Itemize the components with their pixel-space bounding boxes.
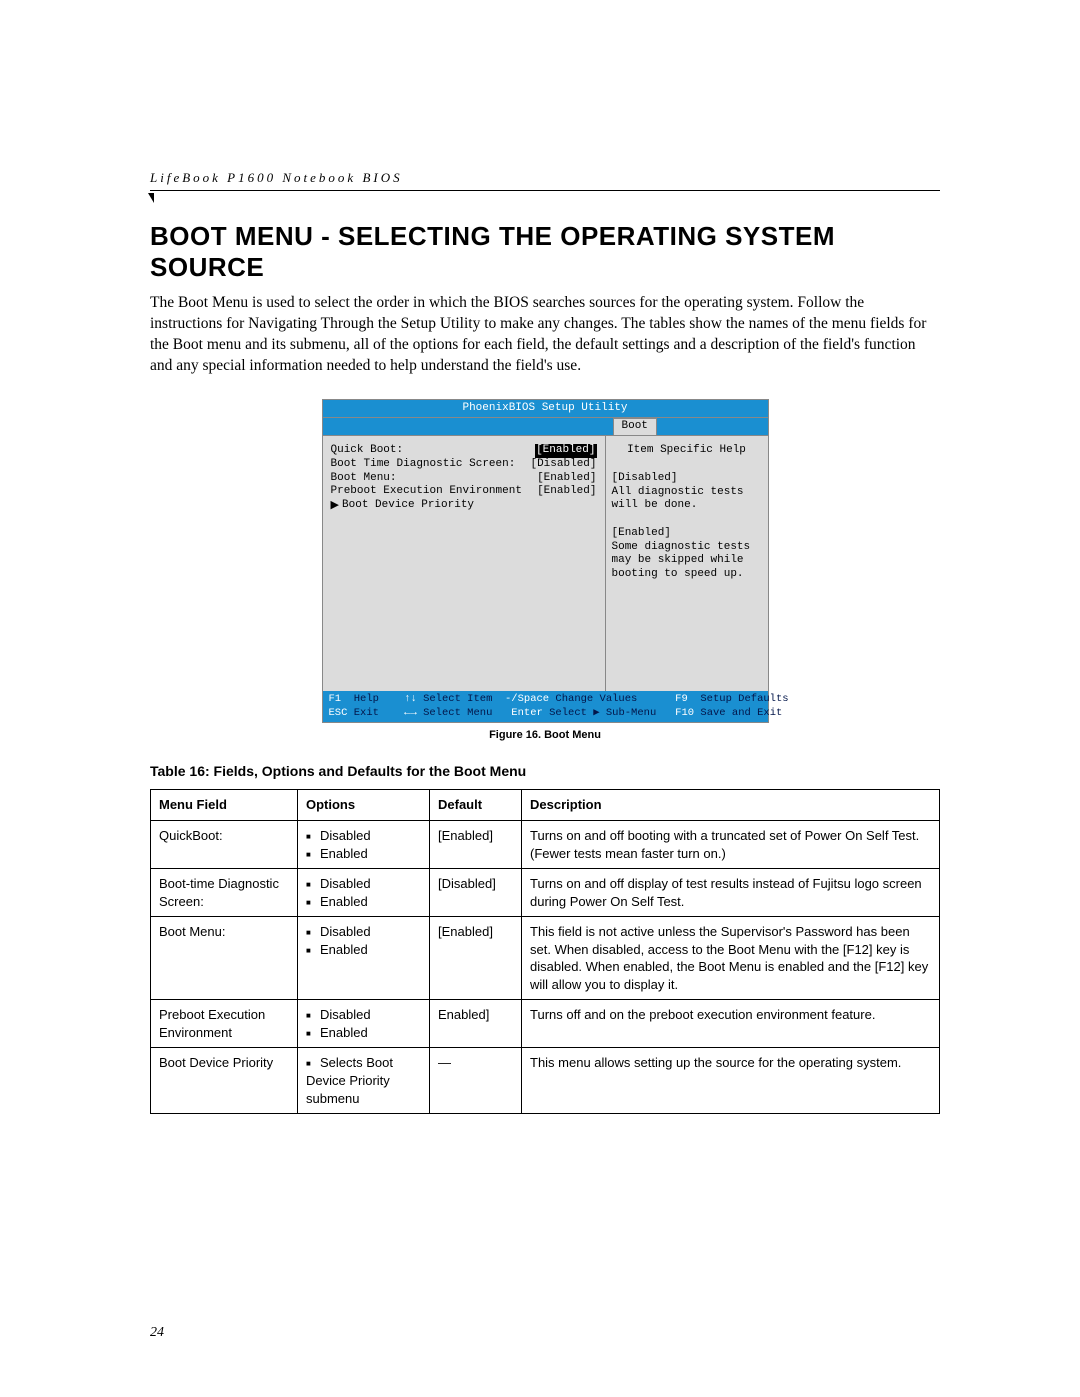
fields-table: Menu Field Options Default Description Q…	[150, 789, 940, 1114]
cell-desc: Turns on and off display of test results…	[522, 869, 940, 917]
bios-tab-row: Boot	[323, 418, 768, 436]
bios-row-bootmenu: Boot Menu: [Enabled]	[331, 472, 597, 486]
cell-field: Boot Menu:	[151, 917, 298, 1000]
bios-submenu-label: Boot Device Priority	[342, 499, 474, 513]
cell-options: Disabled Enabled	[298, 821, 430, 869]
cell-field: Boot-time Diagnostic Screen:	[151, 869, 298, 917]
bios-value: [Disabled]	[530, 458, 596, 472]
cell-default: [Disabled]	[430, 869, 522, 917]
bios-label: Quick Boot:	[331, 444, 536, 458]
bios-row-diagnostic: Boot Time Diagnostic Screen: [Disabled]	[331, 458, 597, 472]
header-marker-icon	[148, 193, 154, 203]
bios-footer: F1 Help ↑↓ Select Item -/Space Change Va…	[323, 691, 768, 722]
cell-default: [Enabled]	[430, 917, 522, 1000]
cell-desc: Turns off and on the preboot execution e…	[522, 1000, 940, 1048]
header-rule	[150, 190, 940, 191]
bios-help-body: [Disabled] All diagnostic tests will be …	[612, 472, 762, 582]
bios-value-selected: [Enabled]	[535, 444, 596, 458]
table-caption: Table 16: Fields, Options and Defaults f…	[150, 763, 940, 779]
bios-tab-boot: Boot	[613, 418, 657, 435]
cell-options: Disabled Enabled	[298, 917, 430, 1000]
th-default: Default	[430, 790, 522, 821]
cell-options: Disabled Enabled	[298, 1000, 430, 1048]
bios-row-pxe: Preboot Execution Environment [Enabled]	[331, 485, 597, 499]
cell-desc: This field is not active unless the Supe…	[522, 917, 940, 1000]
bios-left-panel: Quick Boot: [Enabled] Boot Time Diagnost…	[323, 436, 606, 691]
bios-label: Boot Menu:	[331, 472, 538, 486]
cell-default: [Enabled]	[430, 821, 522, 869]
cell-field: Boot Device Priority	[151, 1048, 298, 1114]
bios-help-panel: Item Specific Help [Disabled] All diagno…	[606, 436, 768, 691]
bios-value: [Enabled]	[537, 485, 596, 499]
option-item: Selects Boot Device Priority submenu	[306, 1054, 421, 1107]
option-item: Enabled	[306, 941, 421, 959]
table-row: Boot Device Priority Selects Boot Device…	[151, 1048, 940, 1114]
option-item: Disabled	[306, 1006, 421, 1024]
intro-paragraph: The Boot Menu is used to select the orde…	[150, 293, 940, 377]
running-head: LifeBook P1600 Notebook BIOS	[150, 170, 940, 186]
bios-screenshot: PhoenixBIOS Setup Utility Boot Quick Boo…	[322, 399, 769, 724]
cell-desc: Turns on and off booting with a truncate…	[522, 821, 940, 869]
document-page: LifeBook P1600 Notebook BIOS BOOT MENU -…	[0, 0, 1080, 1397]
table-row: Boot-time Diagnostic Screen: Disabled En…	[151, 869, 940, 917]
bios-help-title: Item Specific Help	[612, 444, 762, 458]
bios-title-bar: PhoenixBIOS Setup Utility	[323, 400, 768, 419]
table-row: Preboot Execution Environment Disabled E…	[151, 1000, 940, 1048]
table-row: QuickBoot: Disabled Enabled [Enabled] Tu…	[151, 821, 940, 869]
cell-options: Disabled Enabled	[298, 869, 430, 917]
bios-value: [Enabled]	[537, 472, 596, 486]
option-item: Enabled	[306, 893, 421, 911]
table-header-row: Menu Field Options Default Description	[151, 790, 940, 821]
option-item: Enabled	[306, 845, 421, 863]
bios-label: Boot Time Diagnostic Screen:	[331, 458, 531, 472]
cell-options: Selects Boot Device Priority submenu	[298, 1048, 430, 1114]
section-title: BOOT MENU - SELECTING THE OPERATING SYST…	[150, 221, 940, 283]
option-item: Disabled	[306, 827, 421, 845]
cell-desc: This menu allows setting up the source f…	[522, 1048, 940, 1114]
table-row: Boot Menu: Disabled Enabled [Enabled] Th…	[151, 917, 940, 1000]
cell-field: Preboot Execution Environment	[151, 1000, 298, 1048]
th-description: Description	[522, 790, 940, 821]
option-item: Disabled	[306, 923, 421, 941]
cell-default: —	[430, 1048, 522, 1114]
page-number: 24	[150, 1325, 164, 1341]
option-item: Enabled	[306, 1024, 421, 1042]
cell-default: Enabled]	[430, 1000, 522, 1048]
submenu-arrow-icon: ▶	[331, 499, 343, 513]
th-options: Options	[298, 790, 430, 821]
bios-label: Preboot Execution Environment	[331, 485, 538, 499]
figure-caption: Figure 16. Boot Menu	[150, 729, 940, 741]
option-item: Disabled	[306, 875, 421, 893]
bios-row-submenu: ▶ Boot Device Priority	[331, 499, 597, 513]
cell-field: QuickBoot:	[151, 821, 298, 869]
th-menu-field: Menu Field	[151, 790, 298, 821]
bios-row-quickboot: Quick Boot: [Enabled]	[331, 444, 597, 458]
